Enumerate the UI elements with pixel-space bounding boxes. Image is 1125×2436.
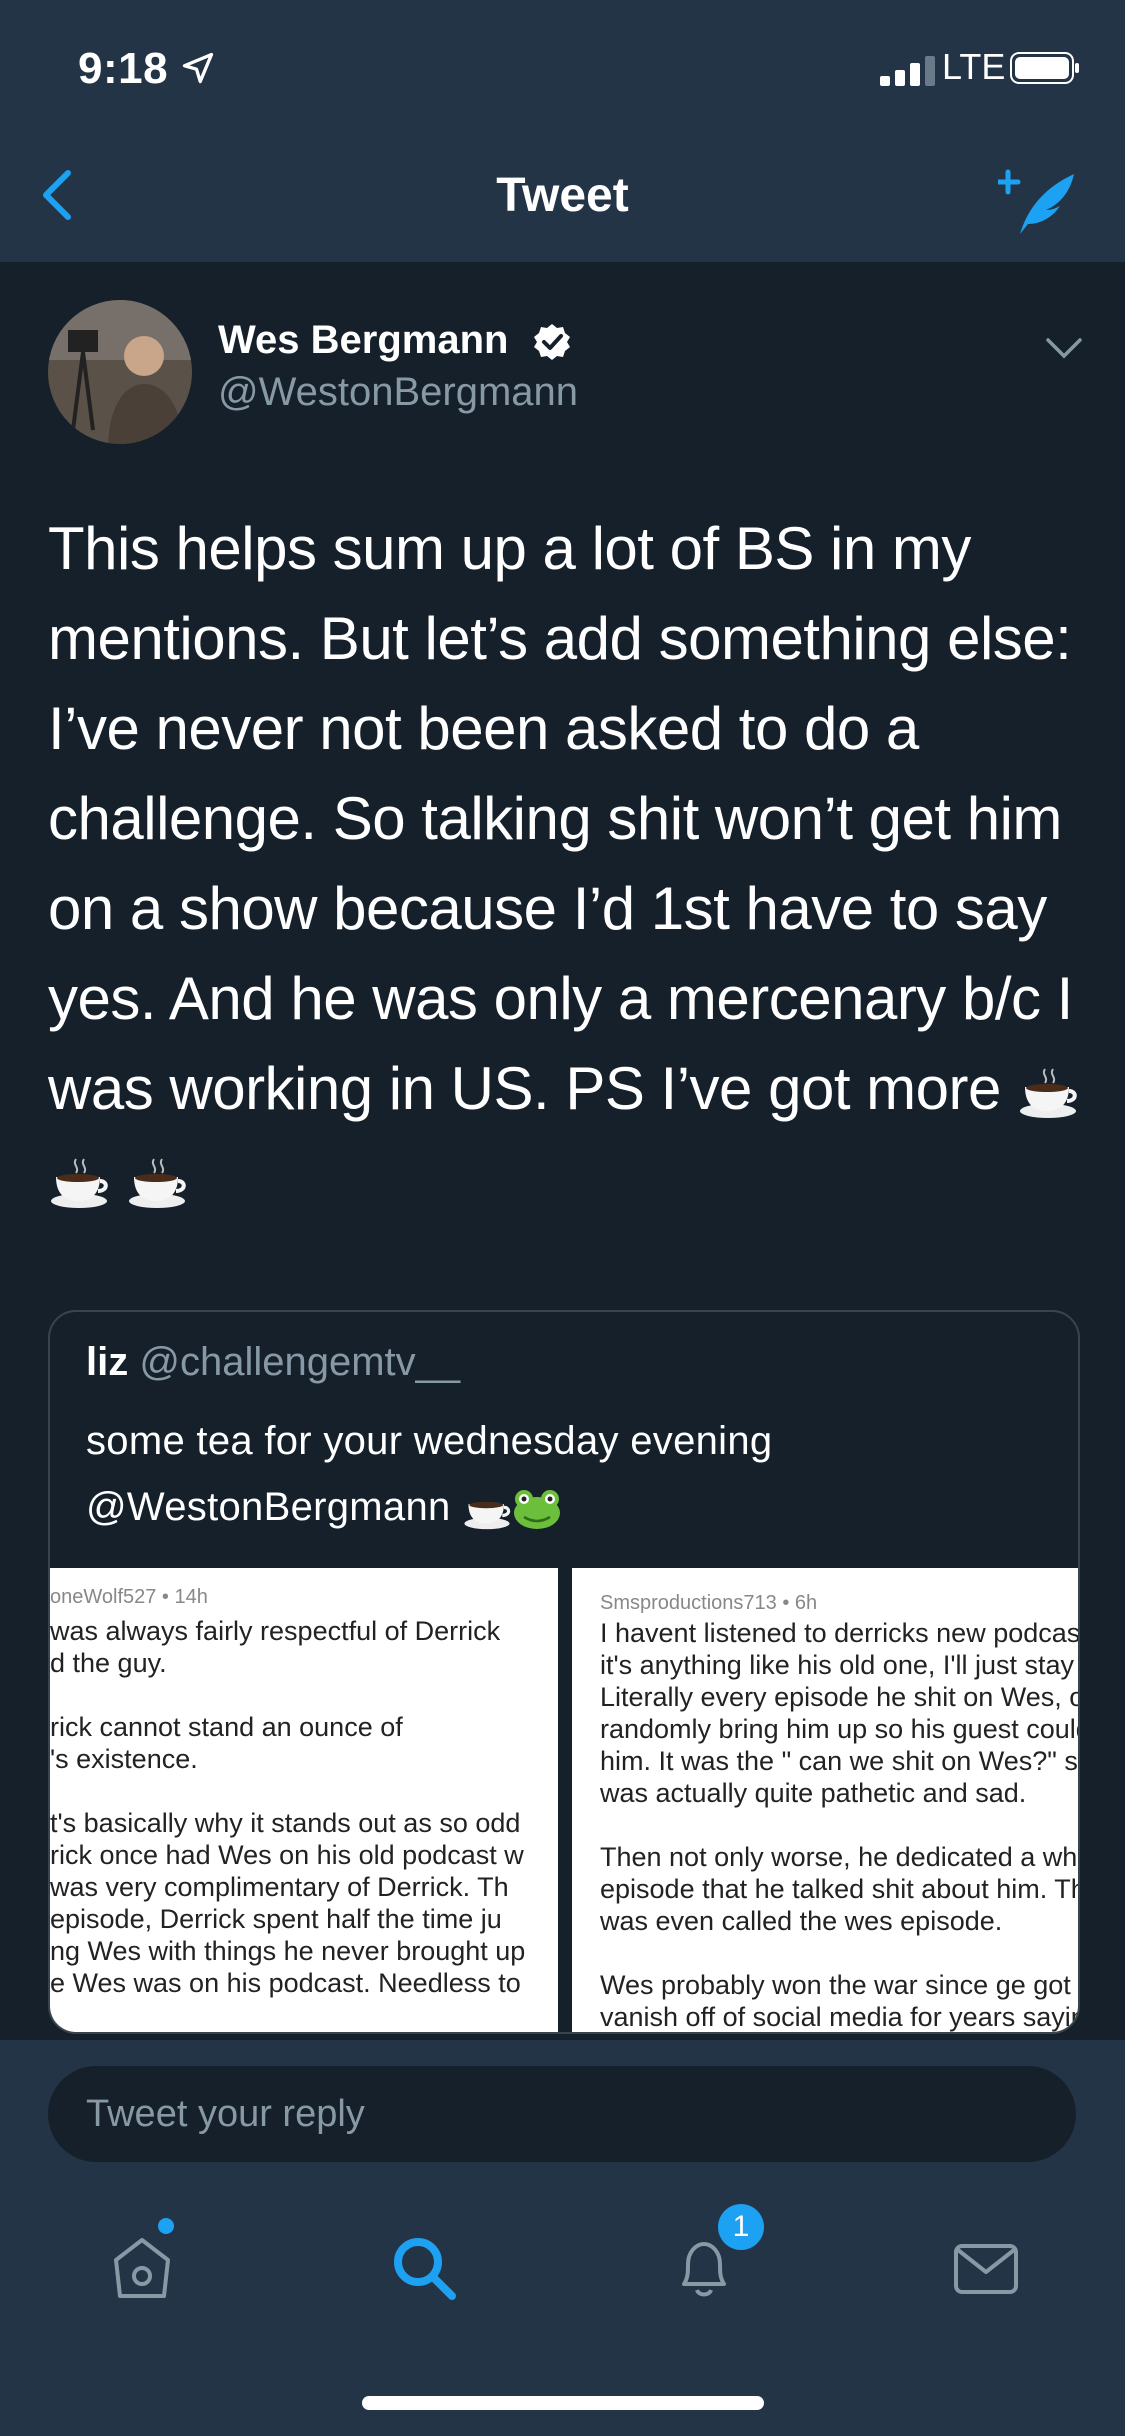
notifications-badge: 1 — [718, 2204, 764, 2250]
tweet-line: on a show because I’d 1st have to say — [48, 875, 1047, 942]
image-text-line: Literally every episode he shit on Wes, … — [600, 1682, 1078, 1712]
reply-input[interactable]: Tweet your reply — [48, 2066, 1076, 2162]
quoted-text: some tea for your wednesday evening @Wes… — [86, 1408, 1046, 1540]
quoted-author-name: liz — [86, 1340, 129, 1384]
tweet-line: I’ve never not been asked to do a — [48, 695, 919, 762]
coffee-icon — [464, 1502, 511, 1530]
page-title: Tweet — [496, 169, 629, 222]
tweet-line: was working in US. PS I’ve got more — [48, 1044, 1088, 1134]
image-text-line: I havent listened to derricks new podcas… — [600, 1618, 1078, 1648]
battery-icon — [1010, 52, 1079, 84]
image-meta: oneWolf527 • 14h — [50, 1586, 208, 1608]
mail-icon[interactable] — [948, 2230, 1024, 2306]
author-name[interactable]: Wes Bergmann — [218, 318, 508, 363]
image-text-line: was very complimentary of Derrick. Th — [50, 1872, 509, 1902]
image-text-line: 's existence. — [50, 1744, 198, 1774]
quoted-author-handle: @challengemtv__ — [139, 1340, 461, 1384]
coffee-icon — [1020, 1068, 1077, 1119]
frog-icon — [513, 1490, 560, 1530]
image-text-line: rick cannot stand an ounce of — [50, 1712, 403, 1742]
tweet-line-text: was working in US. PS I’ve got more — [48, 1055, 1001, 1122]
image-text-line — [50, 1679, 525, 1711]
tweet-line: yes. And he was only a mercenary b/c I — [48, 965, 1073, 1032]
coffee-icon — [51, 1158, 108, 1209]
image-text-line: d the guy. — [50, 1648, 167, 1678]
image-text-line — [600, 1809, 1078, 1841]
tweet-line — [48, 1134, 1088, 1224]
image-text-line: ng Wes with things he never brought up — [50, 1936, 526, 1966]
avatar[interactable] — [48, 300, 192, 444]
image-meta: Smsproductions713 • 6h — [600, 1592, 818, 1614]
image-text-line: was even called the wes episode. — [600, 1906, 1003, 1936]
image-text-line — [600, 1937, 1078, 1969]
signal-icon — [880, 56, 935, 86]
network-label: LTE — [942, 46, 1006, 87]
image-text-line: vanish off of social media for years say… — [600, 2002, 1078, 2032]
quoted-image-1[interactable]: oneWolf527 • 14h was always fairly respe… — [50, 1568, 558, 2032]
image-text-line: episode, Derrick spent half the time ju — [50, 1904, 502, 1934]
home-indicator — [362, 2396, 764, 2410]
home-unread-dot — [158, 2218, 174, 2234]
image-text-line: t's basically why it stands out as so od… — [50, 1808, 521, 1838]
image-text-line: was always fairly respectful of Derrick — [50, 1616, 501, 1646]
verified-icon — [534, 324, 570, 360]
home-icon[interactable] — [104, 2230, 180, 2306]
tweet-text: This helps sum up a lot of BS in my ment… — [48, 504, 1088, 1224]
coffee-icon — [129, 1158, 186, 1209]
status-time: 9:18 — [78, 44, 169, 93]
quoted-text-line: @WestonBergmann — [86, 1474, 1046, 1540]
location-arrow-icon — [182, 52, 214, 84]
tweet-line: mentions. But let’s add something else: — [48, 605, 1072, 672]
image-text-line: rick once had Wes on his old podcast w — [50, 1840, 524, 1870]
chevron-down-icon[interactable] — [1044, 332, 1084, 362]
author-handle[interactable]: @WestonBergmann — [218, 370, 578, 415]
avatar-image — [48, 300, 192, 444]
image-text-line: was actually quite pathetic and sad. — [600, 1778, 1027, 1808]
image-text-line: e Wes was on his podcast. Needless to — [50, 1968, 521, 1998]
image-text-line: Then not only worse, he dedicated a whol — [600, 1842, 1078, 1872]
quoted-image-2[interactable]: Smsproductions713 • 6h I havent listened… — [572, 1568, 1078, 2032]
tweet-line: This helps sum up a lot of BS in my — [48, 515, 971, 582]
quoted-mention[interactable]: @WestonBergmann — [86, 1485, 451, 1529]
image-text-line: Wes probably won the war since ge got d — [600, 1970, 1078, 2000]
image-text-line: it's anything like his old one, I'll jus… — [600, 1650, 1075, 1680]
image-text-line: episode that he talked shit about him. T… — [600, 1874, 1078, 1904]
image-text-line — [50, 1775, 525, 1807]
image-text-line: him. It was the " can we shit on Wes?" s… — [600, 1746, 1078, 1776]
quoted-tweet[interactable]: liz @challengemtv__ some tea for your we… — [48, 1310, 1080, 2034]
compose-icon[interactable] — [998, 168, 1080, 238]
tweet-line: challenge. So talking shit won’t get him — [48, 785, 1062, 852]
image-text-line: randomly bring him up so his guest could — [600, 1714, 1078, 1744]
quoted-text-line: some tea for your wednesday evening — [86, 1419, 773, 1463]
search-icon[interactable] — [386, 2230, 462, 2306]
quoted-author: liz @challengemtv__ — [86, 1340, 460, 1385]
